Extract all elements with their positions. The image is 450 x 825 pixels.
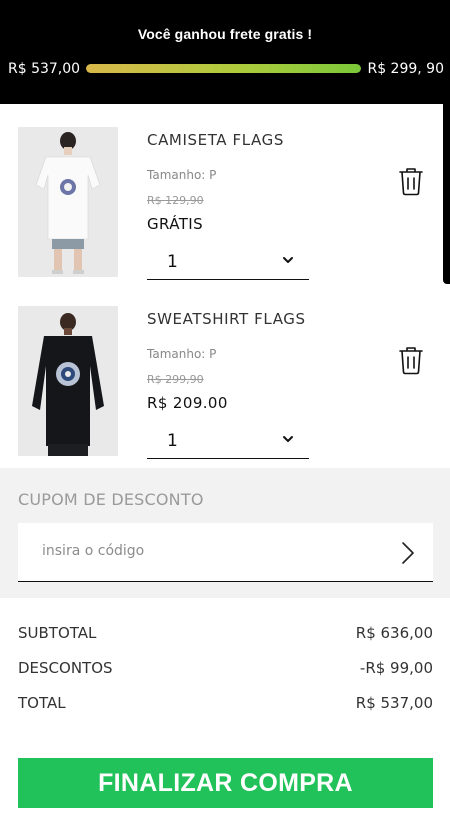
total-value: R$ 537,00 xyxy=(355,694,433,712)
shipping-progress-fill xyxy=(86,64,361,73)
product-size: Tamanho: P xyxy=(147,347,217,361)
trash-icon[interactable] xyxy=(398,166,424,196)
product-price: GRÁTIS xyxy=(147,215,204,233)
product-name[interactable]: SWEATSHIRT FLAGS xyxy=(147,310,306,328)
product-old-price: R$ 299,90 xyxy=(147,373,204,386)
product-image[interactable] xyxy=(18,127,118,277)
coupon-input[interactable] xyxy=(42,543,362,559)
chevron-down-icon xyxy=(283,436,293,442)
coupon-title: CUPOM DE DESCONTO xyxy=(18,490,204,509)
product-name[interactable]: CAMISETA FLAGS xyxy=(147,131,284,149)
chevron-down-icon xyxy=(283,257,293,263)
subtotal-value: R$ 636,00 xyxy=(355,624,433,642)
product-image[interactable] xyxy=(18,306,118,456)
banner-cart-value: R$ 537,00 xyxy=(8,61,81,77)
quantity-value: 1 xyxy=(167,431,178,451)
coupon-field xyxy=(18,523,433,582)
total-label: TOTAL xyxy=(18,694,66,712)
free-shipping-banner: Você ganhou frete gratis ! R$ 537,00 R$ … xyxy=(0,0,450,104)
subtotal-label: SUBTOTAL xyxy=(18,624,97,642)
product-size: Tamanho: P xyxy=(147,168,217,182)
quantity-value: 1 xyxy=(167,252,178,272)
banner-title: Você ganhou frete gratis ! xyxy=(137,26,313,42)
trash-icon[interactable] xyxy=(398,345,424,375)
discounts-value: -R$ 99,00 xyxy=(359,659,433,677)
checkout-button[interactable]: FINALIZAR COMPRA xyxy=(18,758,433,808)
product-old-price: R$ 129,90 xyxy=(147,194,204,207)
discounts-label: DESCONTOS xyxy=(18,659,113,677)
chevron-right-icon[interactable] xyxy=(401,541,415,565)
quantity-select[interactable]: 1 xyxy=(147,423,309,459)
scrollbar-thumb[interactable] xyxy=(443,104,450,284)
product-price: R$ 209.00 xyxy=(147,394,228,412)
banner-threshold-value: R$ 299, 90 xyxy=(367,61,444,77)
shipping-progress-bar xyxy=(86,64,361,73)
coupon-section: CUPOM DE DESCONTO xyxy=(0,468,450,598)
quantity-select[interactable]: 1 xyxy=(147,244,309,280)
